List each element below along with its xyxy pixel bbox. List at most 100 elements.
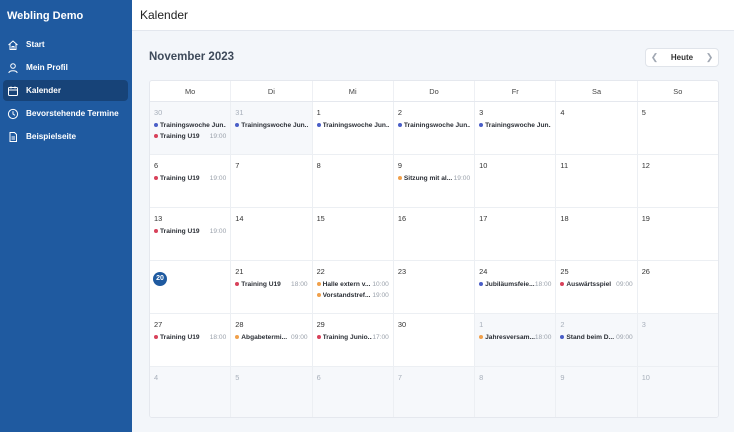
calendar-day-cell[interactable]: 24 Jubiläumsfeie... 18:00 <box>475 261 557 313</box>
calendar-event[interactable]: Stand beim D... 09:00 <box>560 332 636 342</box>
calendar-day-cell[interactable]: 9 <box>556 367 638 417</box>
weekday-label: Mo <box>150 81 232 101</box>
event-title: Training U19 <box>160 333 200 341</box>
day-number: 21 <box>235 267 244 276</box>
sidebar-item-bevorstehende-termine[interactable]: Bevorstehende Termine <box>3 103 128 124</box>
calendar-event[interactable]: Training U19 19:00 <box>154 131 230 141</box>
calendar-day-cell[interactable]: 6 <box>312 367 394 417</box>
event-dot-icon <box>316 335 321 339</box>
calendar-day-cell[interactable]: 14 <box>231 208 313 260</box>
event-dot-icon <box>154 335 158 339</box>
calendar-day-cell[interactable]: 30 Trainingswoche Jun... Training U19 19:00 <box>150 102 232 154</box>
calendar-day-cell[interactable]: 3 <box>637 314 718 366</box>
day-number: 1 <box>316 108 321 117</box>
calendar-day-cell[interactable]: 6 Training U19 19:00 <box>150 155 232 207</box>
calendar-day-cell[interactable]: 12 <box>638 155 718 207</box>
sidebar-item-beispielseite[interactable]: Beispielseite <box>3 126 128 147</box>
today-button[interactable]: Heute <box>663 53 701 62</box>
calendar-day-cell[interactable]: 7 <box>393 367 476 417</box>
calendar-day-cell[interactable]: 9 Sitzung mit al... 19:00 <box>394 155 476 207</box>
day-number: 8 <box>316 161 321 170</box>
calendar-day-cell[interactable]: 13 Training U19 19:00 <box>150 208 232 260</box>
calendar-day-cell[interactable]: 8 <box>313 155 394 207</box>
sidebar: Webling Demo Start Mein Profil Kalender … <box>0 0 132 432</box>
calendar-day-cell[interactable]: 1 Trainingswoche Jun... <box>313 102 394 154</box>
calendar-day-cell[interactable]: 4 <box>150 367 232 417</box>
calendar-event[interactable]: Trainingswoche Jun... <box>479 120 555 130</box>
calendar-day-cell[interactable]: 26 <box>638 261 718 313</box>
previous-month-button[interactable]: ❮ <box>646 52 663 63</box>
calendar-event[interactable]: Training U19 19:00 <box>154 226 230 236</box>
calendar-day-cell[interactable]: 29 Training Junio... 17:00 <box>313 314 394 366</box>
calendar-day-cell[interactable]: 25 Auswärtsspiel 09:00 <box>556 261 638 313</box>
calendar-day-cell[interactable]: 1 Jahresversam... 18:00 <box>475 314 557 366</box>
sidebar-item-kalender[interactable]: Kalender <box>3 80 128 101</box>
event-title: Training U19 <box>160 174 200 182</box>
event-title: Trainingswoche Jun... <box>241 121 308 129</box>
app-title: Webling Demo <box>7 10 84 22</box>
calendar-event[interactable]: Trainingswoche Jun... <box>397 120 474 130</box>
calendar-day-cell[interactable]: 17 <box>475 208 557 260</box>
calendar-day-cell[interactable]: 3 Trainingswoche Jun... <box>475 102 557 154</box>
calendar-event[interactable]: Jahresversam... 18:00 <box>479 332 555 342</box>
event-time: 19:00 <box>453 174 471 182</box>
day-number: 9 <box>397 161 402 170</box>
calendar-day-cell[interactable]: 2 Stand beim D... 09:00 <box>556 314 638 366</box>
event-dot-icon <box>154 134 158 138</box>
calendar-day-cell[interactable]: 21 Training U19 18:00 <box>231 261 313 313</box>
next-month-button[interactable]: ❯ <box>701 52 718 63</box>
calendar-week-row: 27 Training U19 18:00 28 Abgabetermi... 09:00… <box>150 314 718 367</box>
calendar-event[interactable]: Trainingswoche Jun... <box>235 120 311 130</box>
calendar-day-cell[interactable]: 4 <box>556 102 638 154</box>
calendar-day-cell[interactable]: 10 <box>475 155 557 207</box>
calendar-day-cell[interactable]: 22 Halle extern v... 10:00 Vorstandstref...… <box>313 261 394 313</box>
event-time: 18:00 <box>534 280 552 288</box>
day-number: 26 <box>641 267 650 276</box>
weekday-label: Fr <box>475 81 557 101</box>
calendar-event[interactable]: Training U19 19:00 <box>154 173 230 183</box>
calendar-week-row: 4 5 6 7 8 9 10 <box>150 367 718 417</box>
calendar-day-cell[interactable]: 5 <box>638 102 718 154</box>
calendar-event[interactable]: Abgabetermi... 09:00 <box>235 332 311 342</box>
calendar-event[interactable]: Training Junio... 17:00 <box>316 332 393 342</box>
day-number: 5 <box>641 108 646 117</box>
calendar-day-cell[interactable]: 7 <box>231 155 313 207</box>
clock-icon <box>7 108 19 120</box>
calendar-day-cell[interactable]: 19 <box>638 208 718 260</box>
calendar-event[interactable]: Training U19 18:00 <box>154 332 230 342</box>
calendar-day-cell[interactable]: 16 <box>394 208 476 260</box>
calendar-event[interactable]: Sitzung mit al... 19:00 <box>397 173 474 183</box>
calendar-day-cell[interactable]: 8 <box>475 367 557 417</box>
calendar-day-cell[interactable]: 27 Training U19 18:00 <box>150 314 232 366</box>
calendar-event[interactable]: Jubiläumsfeie... 18:00 <box>479 279 555 289</box>
event-time: 19:00 <box>209 132 227 140</box>
calendar-day-cell[interactable]: 11 <box>556 155 638 207</box>
calendar-day-cell[interactable]: 28 Abgabetermi... 09:00 <box>231 314 313 366</box>
calendar-day-cell[interactable]: 10 <box>637 367 718 417</box>
calendar-day-cell[interactable]: 15 <box>313 208 394 260</box>
calendar-day-cell[interactable]: 31 Trainingswoche Jun... <box>231 102 313 154</box>
day-number: 22 <box>316 267 325 276</box>
day-number: 25 <box>560 267 569 276</box>
event-title: Trainingswoche Jun... <box>403 121 471 129</box>
calendar-day-cell[interactable]: 30 <box>394 314 476 366</box>
day-number: 4 <box>154 373 159 382</box>
calendar-event[interactable]: Trainingswoche Jun... <box>316 120 393 130</box>
calendar-event[interactable]: Halle extern v... 10:00 <box>316 279 393 289</box>
calendar-day-cell[interactable]: 2 Trainingswoche Jun... <box>394 102 476 154</box>
event-title: Stand beim D... <box>566 333 615 341</box>
sidebar-item-mein-profil[interactable]: Mein Profil <box>3 57 128 78</box>
calendar-day-cell[interactable]: 5 <box>231 367 313 417</box>
calendar-event[interactable]: Auswärtsspiel 09:00 <box>560 279 636 289</box>
day-number: 6 <box>316 373 321 382</box>
calendar-event[interactable]: Trainingswoche Jun... <box>154 120 230 130</box>
calendar-nav: ❮ Heute ❯ <box>645 48 719 67</box>
calendar-day-cell[interactable]: 18 <box>556 208 638 260</box>
calendar-day-cell[interactable]: 23 <box>394 261 476 313</box>
calendar-day-cell[interactable]: 20 <box>150 261 232 313</box>
calendar-event[interactable]: Training U19 18:00 <box>235 279 311 289</box>
day-number: 7 <box>235 161 240 170</box>
sidebar-item-label: Kalender <box>26 86 62 95</box>
calendar-event[interactable]: Vorstandstref... 19:00 <box>316 290 393 300</box>
sidebar-item-start[interactable]: Start <box>3 34 128 55</box>
